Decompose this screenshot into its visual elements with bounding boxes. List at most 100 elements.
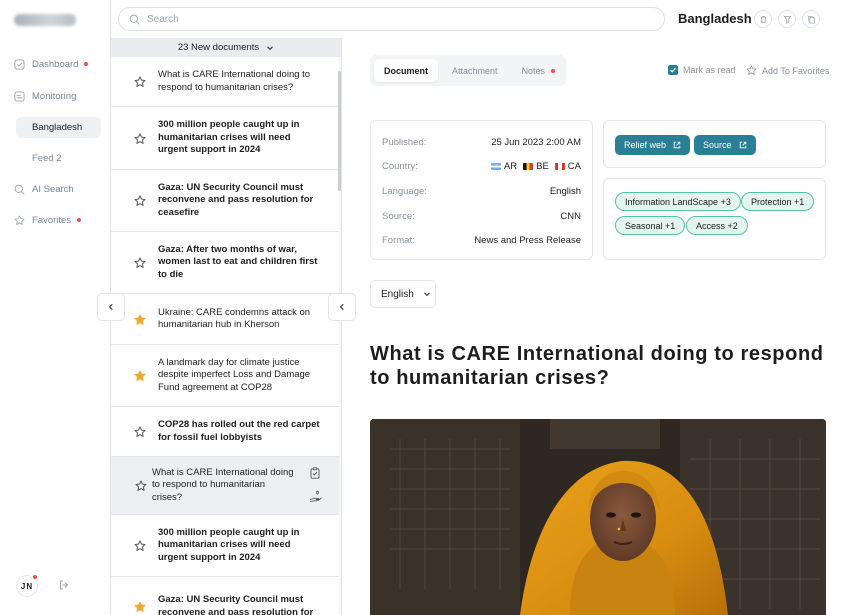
notification-dot: [33, 575, 37, 579]
clipboard-check-icon[interactable]: [309, 467, 321, 479]
tag-label: Protection +1: [751, 196, 805, 207]
star-filled-icon[interactable]: [134, 313, 146, 326]
new-documents-dropdown[interactable]: 23 New documents: [111, 38, 341, 57]
sidebar-subitem-label: Bangladesh: [32, 122, 83, 133]
list-item[interactable]: A landmark day for climate justice despi…: [111, 345, 339, 407]
search-input[interactable]: [147, 13, 627, 25]
copy-icon: [807, 15, 815, 24]
chevron-down-icon: [423, 292, 430, 297]
list-item-actions: [309, 467, 323, 505]
star-icon: [14, 214, 25, 226]
document-list: 23 New documents What is CARE Internatio…: [111, 38, 342, 615]
delete-button[interactable]: [754, 10, 772, 28]
list-item[interactable]: Gaza: UN Security Council must reconvene…: [111, 577, 339, 615]
language-value: English: [549, 185, 581, 197]
format-label: Format:: [382, 234, 415, 246]
list-item[interactable]: COP28 has rolled out the red carpet for …: [111, 407, 339, 457]
link-label: Source: [703, 140, 732, 150]
source-row: Source: CNN: [382, 209, 581, 223]
list-item[interactable]: Gaza: UN Security Council must reconvene…: [111, 170, 339, 232]
list-scrollbar[interactable]: [338, 71, 341, 191]
tag-seasonal[interactable]: Seasonal +1: [615, 216, 686, 235]
sidebar-item-label: Monitoring: [32, 90, 77, 102]
filter-button[interactable]: [778, 10, 796, 28]
sidebar-subitem-feed-2[interactable]: Feed 2: [16, 148, 101, 169]
tab-attachment[interactable]: Attachment: [442, 59, 508, 82]
language-select[interactable]: English: [370, 280, 436, 308]
country-values: AR BE CA: [485, 161, 581, 172]
trash-icon: [760, 15, 766, 23]
mark-as-read-toggle[interactable]: Mark as read: [668, 65, 736, 75]
relief-web-link[interactable]: Relief web: [615, 135, 691, 155]
star-icon[interactable]: [134, 195, 146, 207]
list-item[interactable]: Ukraine: CARE condemns attack on humanit…: [111, 294, 339, 345]
format-value: News and Press Release: [474, 234, 581, 246]
published-label: Published:: [382, 136, 427, 148]
links-card: Relief web Source: [603, 120, 826, 168]
collapse-list-button[interactable]: [328, 293, 356, 321]
user-initials: JN: [20, 581, 34, 591]
sidebar-item-dashboard[interactable]: Dashboard: [14, 54, 89, 74]
sidebar-subitem-bangladesh[interactable]: Bangladesh: [16, 117, 101, 138]
chevron-left-icon: [108, 303, 113, 311]
external-link-icon: [739, 141, 746, 149]
document-image: [370, 419, 826, 615]
sidebar-item-favorites[interactable]: Favorites: [14, 210, 82, 230]
copy-button[interactable]: [802, 10, 820, 28]
list-item-title: Gaza: UN Security Council must reconvene…: [158, 181, 314, 218]
add-to-favorites-label: Add To Favorites: [762, 65, 830, 76]
list-item[interactable]: What is CARE International doing to resp…: [111, 57, 339, 107]
list-item[interactable]: 300 million people caught up in humanita…: [111, 515, 339, 577]
star-icon[interactable]: [134, 132, 146, 145]
check-icon: [670, 67, 676, 73]
tab-label: Document: [384, 65, 429, 76]
tag-protection[interactable]: Protection +1: [741, 192, 815, 211]
mark-as-read-checkbox[interactable]: [668, 65, 678, 75]
tag-label: Access +2: [696, 220, 738, 231]
star-icon[interactable]: [134, 540, 146, 552]
add-to-favorites-button[interactable]: Add To Favorites: [746, 65, 829, 76]
tag-label: Seasonal +1: [625, 220, 676, 231]
list-item[interactable]: Gaza: After two months of war, women las…: [111, 232, 339, 294]
flag-ar-icon: [490, 162, 501, 170]
user-avatar[interactable]: JN: [16, 575, 38, 597]
tag-information-landscape[interactable]: Information LandScape +3: [615, 192, 741, 211]
source-value: CNN: [560, 210, 581, 222]
list-item-selected[interactable]: What is CARE International doing to resp…: [111, 457, 339, 515]
star-icon[interactable]: [134, 257, 146, 269]
search-icon: [129, 14, 140, 25]
tags-card: Information LandScape +3 Protection +1 S…: [603, 178, 826, 260]
star-icon[interactable]: [134, 76, 146, 88]
star-filled-icon[interactable]: [134, 370, 146, 382]
star-icon[interactable]: [134, 426, 146, 438]
list-item-title: A landmark day for climate justice despi…: [158, 356, 311, 393]
tab-notes[interactable]: Notes: [512, 59, 566, 82]
sidebar-item-ai-search[interactable]: AI Search: [14, 179, 74, 199]
source-link[interactable]: Source: [694, 135, 756, 155]
tab-document[interactable]: Document: [374, 59, 439, 82]
metadata-card: Published: 25 Jun 2023 2:00 AM Country: …: [370, 120, 593, 260]
list-item-title: COP28 has rolled out the red carpet for …: [158, 419, 320, 443]
app-logo[interactable]: [14, 14, 76, 26]
format-row: Format: News and Press Release: [382, 233, 581, 247]
tag-access[interactable]: Access +2: [686, 216, 748, 235]
list-item[interactable]: 300 million people caught up in humanita…: [111, 107, 339, 170]
star-filled-icon[interactable]: [134, 601, 146, 613]
star-icon[interactable]: [135, 480, 147, 492]
sidebar-item-monitoring[interactable]: Monitoring: [14, 86, 76, 106]
list-item-title: What is CARE International doing to resp…: [152, 466, 294, 503]
list-item-title: 300 million people caught up in humanita…: [158, 526, 300, 563]
list-item-title: Ukraine: CARE condemns attack on humanit…: [158, 306, 311, 331]
language-select-value: English: [381, 288, 414, 300]
mark-as-read-label: Mark as read: [683, 65, 736, 75]
star-icon: [746, 65, 757, 75]
search-bar[interactable]: [118, 7, 665, 31]
photo-woman-headscarf: [370, 419, 826, 615]
hand-donate-icon[interactable]: [309, 490, 323, 502]
notification-dot: [77, 218, 82, 222]
link-label: Relief web: [624, 140, 667, 150]
notification-dot: [551, 68, 556, 73]
collapse-sidebar-button[interactable]: [97, 293, 125, 321]
flag-ca-icon: [554, 162, 565, 170]
logout-icon[interactable]: [58, 579, 70, 591]
